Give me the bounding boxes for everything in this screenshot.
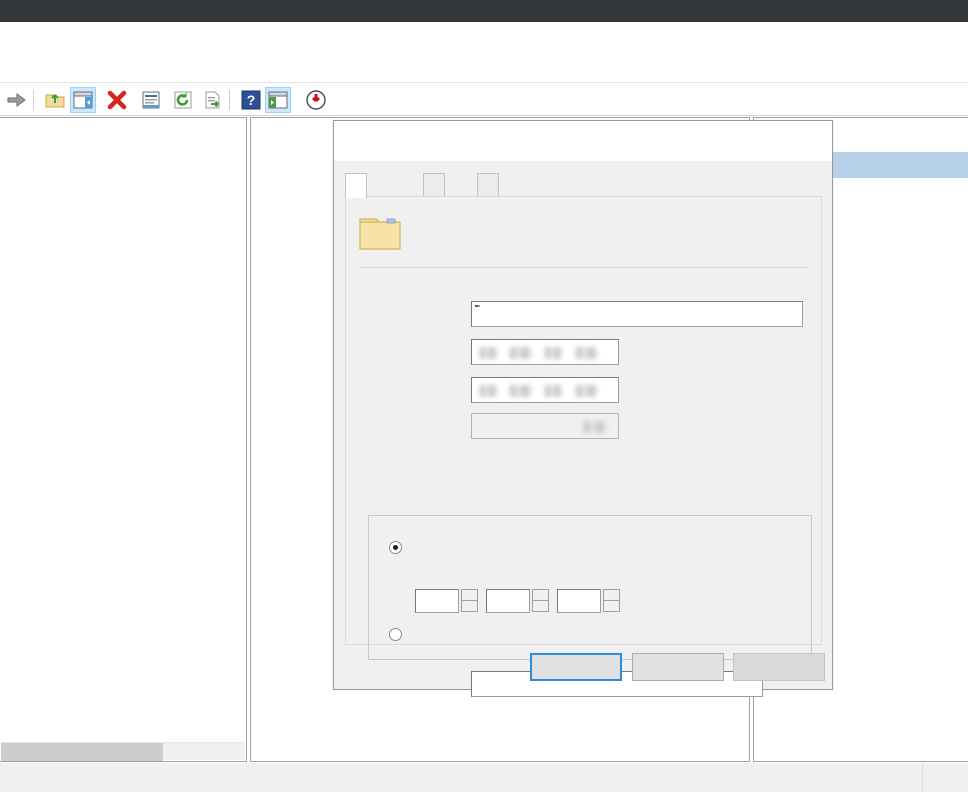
mmc-titlebar bbox=[0, 22, 968, 56]
dialog-titlebar[interactable] bbox=[334, 121, 832, 161]
menu-help[interactable] bbox=[136, 60, 144, 62]
menu-view[interactable] bbox=[87, 60, 95, 62]
show-hide-console-tree-icon[interactable] bbox=[72, 89, 94, 111]
subnet-mask-input bbox=[471, 413, 619, 439]
show-hide-action-pane-icon[interactable] bbox=[267, 89, 289, 111]
console-tree-pane bbox=[0, 117, 247, 762]
end-ip-input[interactable] bbox=[471, 377, 619, 403]
server-manager-header bbox=[0, 0, 968, 22]
days-spin-buttons[interactable] bbox=[461, 589, 478, 613]
ok-button[interactable] bbox=[530, 653, 622, 681]
hours-spin-buttons[interactable] bbox=[532, 589, 549, 613]
apply-button[interactable] bbox=[733, 653, 825, 681]
tree-horizontal-scrollbar[interactable] bbox=[1, 742, 245, 761]
hours-stepper[interactable] bbox=[486, 569, 556, 619]
days-spin-down-icon[interactable] bbox=[461, 600, 478, 612]
help-icon[interactable]: ? bbox=[240, 89, 262, 111]
refresh-icon[interactable] bbox=[172, 89, 194, 111]
start-ip-input[interactable] bbox=[471, 339, 619, 365]
help-question-icon[interactable] bbox=[730, 129, 756, 155]
cancel-button[interactable] bbox=[632, 653, 724, 681]
hours-spin-down-icon[interactable] bbox=[532, 600, 549, 612]
up-one-level-icon[interactable] bbox=[44, 89, 66, 111]
minutes-spin-down-icon[interactable] bbox=[603, 600, 620, 612]
lease-duration-group bbox=[368, 515, 812, 660]
hours-value[interactable] bbox=[486, 589, 530, 613]
tree-scrollbar-thumb[interactable] bbox=[1, 743, 163, 761]
days-stepper[interactable] bbox=[415, 569, 485, 619]
scope-name-input[interactable] bbox=[471, 301, 803, 327]
statistics-icon[interactable] bbox=[305, 89, 327, 111]
scope-name-value bbox=[475, 305, 480, 307]
menu-file[interactable] bbox=[0, 60, 6, 62]
days-value[interactable] bbox=[415, 589, 459, 613]
general-tab-panel bbox=[345, 196, 822, 697]
limited-to-radio[interactable] bbox=[389, 541, 402, 554]
menu-bar bbox=[0, 56, 968, 83]
status-bar-divider bbox=[922, 763, 923, 792]
minutes-spin-buttons[interactable] bbox=[603, 589, 620, 613]
folder-icon bbox=[359, 215, 401, 251]
unlimited-radio[interactable] bbox=[389, 628, 402, 641]
forward-arrow-icon[interactable] bbox=[6, 89, 28, 111]
delete-icon[interactable] bbox=[106, 89, 128, 111]
app-root: ? bbox=[0, 0, 968, 792]
toolbar-separator-2 bbox=[229, 90, 230, 110]
heading-divider bbox=[359, 267, 809, 268]
minutes-value[interactable] bbox=[557, 589, 601, 613]
dialog-tabs bbox=[345, 173, 821, 198]
tab-dns[interactable] bbox=[423, 173, 445, 197]
export-list-icon[interactable] bbox=[202, 89, 224, 111]
tab-general[interactable] bbox=[345, 173, 367, 198]
dialog-button-row bbox=[334, 653, 832, 689]
toolbar: ? bbox=[0, 84, 968, 116]
minutes-stepper[interactable] bbox=[557, 569, 637, 619]
toolbar-separator-1 bbox=[33, 90, 34, 110]
close-icon[interactable] bbox=[786, 121, 832, 161]
tree-scrollbar-right-arrow[interactable] bbox=[225, 743, 241, 761]
scope-properties-dialog bbox=[333, 120, 833, 697]
menu-action[interactable] bbox=[26, 60, 34, 62]
status-bar bbox=[0, 763, 968, 792]
svg-text:?: ? bbox=[247, 92, 256, 108]
properties-icon[interactable] bbox=[140, 89, 162, 111]
tab-advanced[interactable] bbox=[477, 173, 499, 197]
